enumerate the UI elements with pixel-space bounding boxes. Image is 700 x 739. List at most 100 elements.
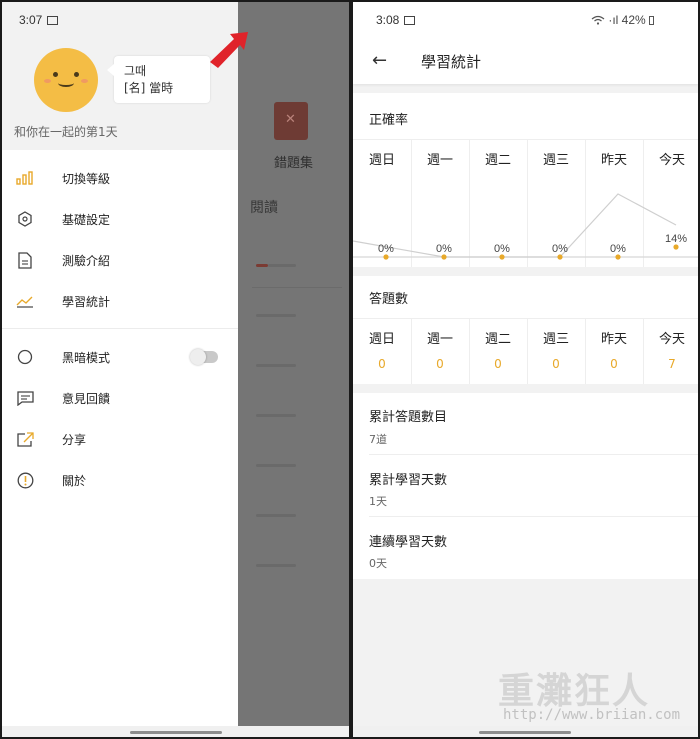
left-phone-screen: 錯題集 閱讀 3:07 그때 [名] 當時 和你在一起的第1天 (2, 2, 349, 737)
status-bar-time: 3:08 (376, 13, 416, 27)
app-bar: 3:08 ·ıl 42% ← 學習統計 (353, 2, 698, 84)
together-days-text: 和你在一起的第1天 (14, 125, 118, 139)
menu-item-label: 意見回饋 (62, 391, 111, 406)
trend-icon (16, 292, 34, 310)
bubble-line-2: [名] 當時 (124, 81, 174, 95)
dark-mode-toggle[interactable] (190, 349, 218, 365)
stat-value-streak-days: 0天 (369, 557, 387, 570)
accuracy-value-label: 14% (665, 233, 687, 245)
bubble-line-1: 그때 (124, 64, 147, 78)
speech-bubble: 그때 [名] 當時 (107, 56, 210, 103)
menu-item-label: 黑暗模式 (62, 350, 111, 365)
hexagon-settings-icon (16, 210, 34, 228)
stat-value-total-answers: 7道 (369, 433, 387, 446)
accuracy-value-label: 0% (610, 243, 626, 255)
right-phone-screen: 3:08 ·ıl 42% ← 學習統計 正確率 週日 週一 週二 週三 昨天 今天 0% 0… (353, 2, 698, 737)
avatar[interactable] (34, 48, 98, 112)
menu-item-label: 測驗介紹 (62, 253, 111, 268)
background-progress-track (256, 414, 296, 417)
menu-item-feedback[interactable]: 意見回饋 (2, 380, 238, 416)
answers-day-label: 昨天 (600, 332, 627, 347)
feedback-icon (16, 389, 34, 407)
stat-label-total-days: 累計學習天數 (369, 473, 448, 488)
system-nav-bar (353, 726, 698, 737)
drawer-header: 3:07 그때 [名] 當時 和你在一起的第1天 (2, 2, 238, 150)
menu-item-share[interactable]: 分享 (2, 421, 238, 457)
reading-label: 閱讀 (250, 200, 278, 216)
menu-item-label: 基礎設定 (62, 212, 111, 227)
answers-divider (353, 318, 698, 319)
share-icon (16, 430, 34, 448)
avatar-cheek (81, 79, 88, 83)
menu-item-label: 學習統計 (62, 294, 111, 309)
bar-chart-icon (16, 169, 34, 187)
background-row (252, 238, 342, 288)
accuracy-card: 正確率 週日 週一 週二 週三 昨天 今天 0% 0% 0% 0% 0% 14% (353, 93, 698, 267)
answers-column-separator (411, 318, 412, 384)
status-signal-battery: ·ıl 42% (608, 13, 646, 27)
stat-label-total-answers: 累計答題數目 (369, 410, 448, 425)
home-gesture-pill[interactable] (479, 731, 571, 734)
answers-day-label: 今天 (658, 332, 685, 347)
menu-item-label: 切換等級 (62, 171, 111, 186)
background-progress (256, 264, 268, 267)
stat-value-total-days: 1天 (369, 495, 387, 508)
avatar-eye (74, 72, 79, 77)
summary-card: 累計答題數目 7道 累計學習天數 1天 連續學習天數 0天 (353, 393, 698, 579)
status-time: 3:07 (19, 13, 43, 27)
system-nav-bar (2, 726, 349, 737)
answers-column-separator (585, 318, 586, 384)
answers-count: 0 (436, 357, 444, 371)
info-icon (16, 471, 34, 489)
accuracy-point (441, 254, 447, 260)
accuracy-point (615, 254, 621, 260)
background-progress-track (256, 564, 296, 567)
watermark-url: http://www.briian.com (503, 707, 681, 723)
avatar-mouth (58, 79, 74, 87)
stat-divider (369, 516, 698, 517)
accuracy-point (557, 254, 563, 260)
menu-item-dark-mode[interactable]: 黑暗模式 (2, 339, 238, 375)
menu-divider (2, 328, 238, 329)
background-progress-track (256, 314, 296, 317)
answers-column-separator (643, 318, 644, 384)
page-title: 學習統計 (421, 53, 482, 71)
accuracy-value-label: 0% (552, 243, 568, 255)
answers-column-separator (469, 318, 470, 384)
menu-item-test-intro[interactable]: 測驗介紹 (2, 242, 238, 278)
answers-count: 0 (494, 357, 502, 371)
accuracy-series-line (353, 193, 677, 258)
status-bar-right: ·ıl 42% (591, 13, 655, 27)
document-icon (16, 251, 34, 269)
image-notification-icon (47, 16, 59, 25)
accuracy-point (383, 254, 389, 260)
stat-label-streak-days: 連續學習天數 (369, 535, 448, 550)
answers-card: 答題數 週日 0 週一 0 週二 0 週三 0 昨天 0 今天 7 (353, 276, 698, 384)
status-time: 3:08 (376, 13, 400, 27)
menu-item-switch-level[interactable]: 切換等級 (2, 160, 238, 196)
answers-count: 0 (552, 357, 560, 371)
answers-day-label: 週三 (542, 332, 569, 347)
red-arrow-annotation (210, 32, 248, 68)
image-notification-icon (404, 16, 416, 25)
answers-count: 7 (668, 357, 676, 371)
wrong-book-icon (274, 102, 308, 140)
menu-item-label: 分享 (62, 432, 87, 447)
answers-column-separator (527, 318, 528, 384)
answers-day-label: 週一 (426, 332, 453, 347)
avatar-eye (53, 72, 58, 77)
home-gesture-pill[interactable] (130, 731, 222, 734)
accuracy-point (499, 254, 505, 260)
background-progress-track (268, 264, 296, 267)
menu-item-label: 關於 (62, 473, 87, 488)
answers-count: 0 (610, 357, 618, 371)
background-progress-track (256, 464, 296, 467)
menu-item-learning-stats[interactable]: 學習統計 (2, 283, 238, 319)
menu-item-basic-settings[interactable]: 基礎設定 (2, 201, 238, 237)
accuracy-value-label: 0% (378, 243, 394, 255)
accuracy-value-label: 0% (436, 243, 452, 255)
background-progress-track (256, 364, 296, 367)
menu-item-about[interactable]: 關於 (2, 462, 238, 498)
back-arrow-icon[interactable]: ← (372, 50, 387, 71)
status-bar-time: 3:07 (19, 13, 59, 27)
